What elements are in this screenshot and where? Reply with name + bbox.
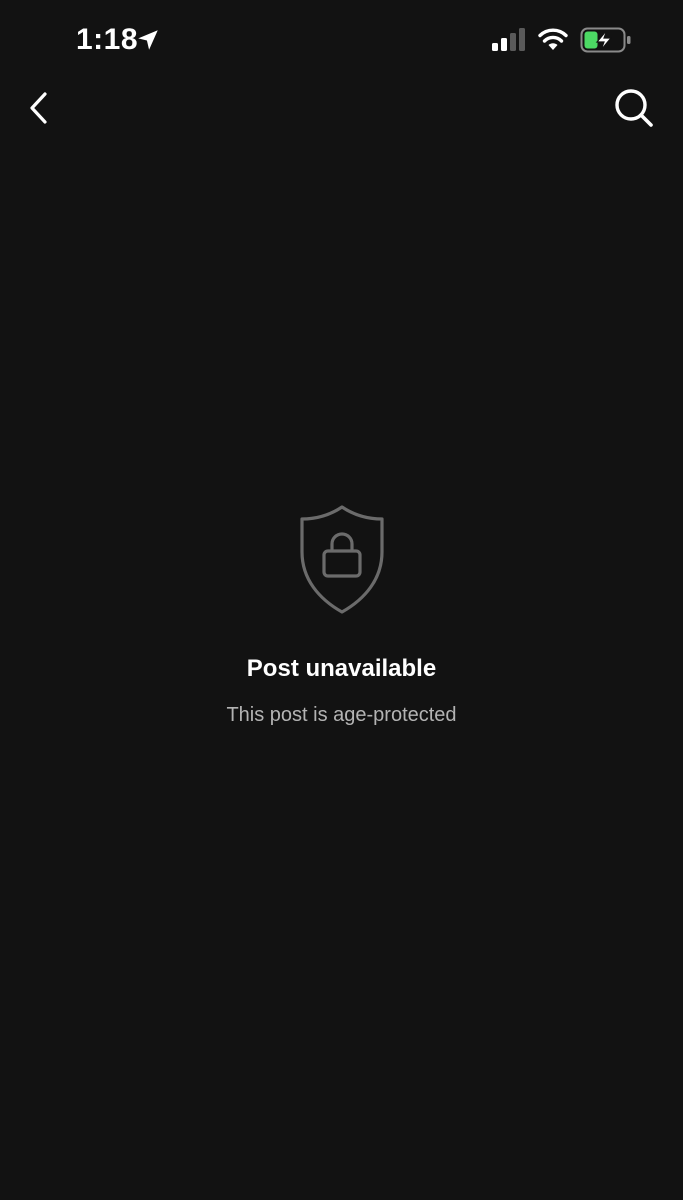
location-arrow-icon: [138, 30, 158, 50]
search-icon: [615, 89, 653, 127]
cellular-signal-icon: [492, 28, 525, 51]
chevron-left-icon: [30, 92, 47, 124]
wifi-icon: [538, 28, 568, 50]
back-button[interactable]: [18, 86, 58, 130]
shield-lock-icon: [299, 505, 384, 614]
battery-charging-icon: [580, 27, 631, 53]
unavailable-message: Post unavailable This post is age-protec…: [0, 500, 683, 728]
nav-bar: [0, 80, 683, 136]
message-title: Post unavailable: [246, 655, 437, 682]
status-time: 1:18: [76, 23, 139, 56]
status-bar: 1:18: [0, 0, 683, 80]
search-button[interactable]: [610, 84, 658, 132]
message-subtitle: This post is age-protected: [226, 704, 457, 726]
